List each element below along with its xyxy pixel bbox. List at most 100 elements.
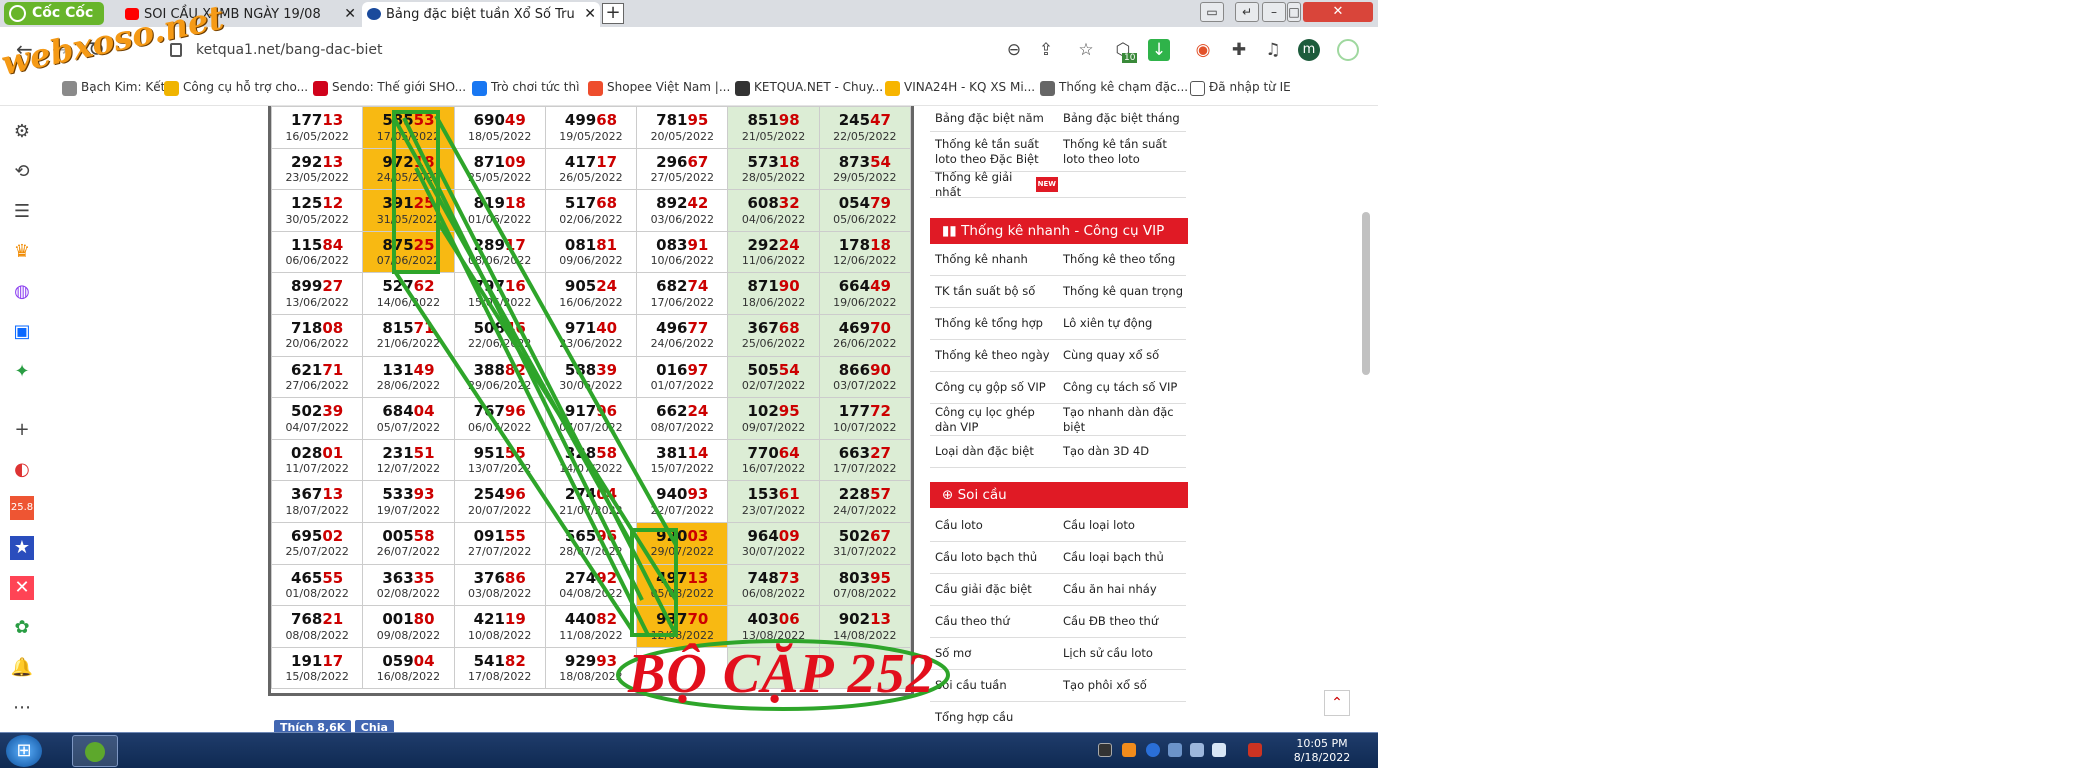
- messenger-icon[interactable]: ◍: [10, 280, 34, 304]
- tray-app-icon[interactable]: [1122, 743, 1136, 757]
- coccoc-extension-icon[interactable]: ◉: [1192, 39, 1214, 61]
- tray-app-icon[interactable]: [1146, 743, 1160, 757]
- scrollbar-thumb[interactable]: [1362, 212, 1370, 375]
- sidebar-link[interactable]: TK tần suất bộ số: [930, 276, 1058, 308]
- sidebar-link[interactable]: Lịch sử cầu loto: [1058, 638, 1186, 670]
- start-button[interactable]: ⊞: [6, 735, 42, 767]
- facebook-share-button[interactable]: Chia: [354, 720, 394, 732]
- sidebar-link[interactable]: [1058, 172, 1186, 198]
- scroll-top-button[interactable]: ⌃: [1324, 690, 1350, 716]
- zoom-icon[interactable]: ⊖: [1003, 39, 1025, 61]
- ticket-icon[interactable]: ✕: [10, 576, 34, 600]
- sidebar-link[interactable]: Cầu ĐB theo thứ: [1058, 606, 1186, 638]
- profile-avatar[interactable]: m: [1298, 39, 1320, 61]
- settings-icon[interactable]: ⚙: [10, 120, 34, 144]
- bookmark-item[interactable]: Sendo: Thế giới SHO...: [313, 80, 466, 96]
- bookmark-star-icon[interactable]: ☆: [1075, 39, 1097, 61]
- sidebar-link[interactable]: Thống kê tần suất loto theo loto: [1058, 132, 1186, 172]
- sidebar-link[interactable]: Thống kê giải nhất NEW: [930, 170, 1058, 199]
- number-suffix: 06: [778, 610, 800, 629]
- number-suffix: 18: [413, 152, 435, 171]
- volume-icon[interactable]: [1190, 743, 1204, 757]
- zalo-icon[interactable]: ▣: [10, 320, 34, 344]
- sidebar-link[interactable]: Cùng quay xổ số: [1058, 340, 1186, 372]
- bookmark-item[interactable]: Shopee Việt Nam |...: [588, 80, 730, 96]
- special-prize-number: 36713: [272, 486, 362, 503]
- flag-icon[interactable]: [1212, 743, 1226, 757]
- bookmark-item[interactable]: Đã nhập từ IE: [1190, 80, 1291, 96]
- sidebar-link[interactable]: Cầu loại bạch thủ: [1058, 542, 1186, 574]
- maximize-button[interactable]: □: [1287, 2, 1301, 22]
- puzzle-icon[interactable]: ✚: [1228, 39, 1250, 61]
- close-window-button[interactable]: ✕: [1303, 2, 1373, 22]
- facebook-like-button[interactable]: Thích 8,6K: [274, 720, 352, 732]
- sidebar-link[interactable]: Lô xiên tự động: [1058, 308, 1186, 340]
- tray-app-icon[interactable]: [1098, 743, 1112, 757]
- sidebar-link[interactable]: Công cụ tách số VIP: [1058, 372, 1186, 404]
- tab-close-icon[interactable]: ✕: [344, 2, 356, 27]
- notification-bell-icon[interactable]: 🔔: [10, 656, 34, 680]
- rewards-icon[interactable]: ✿: [10, 616, 34, 640]
- sidebar-link[interactable]: Thống kê quan trọng: [1058, 276, 1186, 308]
- sidebar-link[interactable]: Thống kê tổng hợp: [930, 308, 1058, 340]
- sync-icon[interactable]: [1337, 39, 1359, 61]
- sidebar-link[interactable]: Cầu giải đặc biệt: [930, 574, 1058, 606]
- game-icon[interactable]: ✦: [10, 360, 34, 384]
- sidebar-link[interactable]: Bảng đặc biệt tháng: [1058, 106, 1186, 132]
- tab-close-icon[interactable]: ✕: [584, 2, 596, 27]
- sidebar-link[interactable]: Cầu theo thứ: [930, 606, 1058, 638]
- screenshot-icon[interactable]: ▭: [1200, 2, 1224, 22]
- promo-icon[interactable]: ◐: [10, 458, 34, 482]
- crown-icon[interactable]: ♛: [10, 240, 34, 264]
- sidebar-link[interactable]: Tạo dàn 3D 4D: [1058, 436, 1186, 468]
- taskbar-coccoc-app[interactable]: [72, 735, 118, 767]
- bookmark-item[interactable]: Thống kê chạm đặc...: [1040, 80, 1188, 96]
- sidebar-link[interactable]: Bảng đặc biệt năm: [930, 106, 1058, 132]
- sidebar-link[interactable]: Tạo nhanh dàn đặc biệt: [1058, 404, 1186, 436]
- minimize-button[interactable]: –: [1262, 2, 1286, 22]
- sidebar-link[interactable]: Loại dàn đặc biệt: [930, 436, 1058, 468]
- download-icon[interactable]: ↓: [1148, 39, 1170, 61]
- bookmark-item[interactable]: VINA24H - KQ XS Mi...: [885, 80, 1035, 96]
- share-icon[interactable]: ⇪: [1035, 39, 1057, 61]
- bookmark-item[interactable]: Bạch Kim: Kết...: [62, 80, 177, 96]
- network-icon[interactable]: [1168, 743, 1182, 757]
- coccoc-menu-button[interactable]: Cốc Cốc: [4, 2, 104, 25]
- address-bar[interactable]: ketqua1.net/bang-dac-biet: [160, 34, 940, 66]
- sidebar-link[interactable]: Cầu ăn hai nháy: [1058, 574, 1186, 606]
- sidebar-link[interactable]: Công cụ gộp số VIP: [930, 372, 1058, 404]
- bookmark-item[interactable]: Trò chơi tức thì: [472, 80, 579, 96]
- special-prize-number: 09155: [455, 528, 545, 545]
- bookmark-item[interactable]: KETQUA.NET - Chuy...: [735, 80, 883, 96]
- sidebar-link[interactable]: Thống kê theo tổng: [1058, 244, 1186, 276]
- music-icon[interactable]: ♫: [1262, 39, 1284, 61]
- taskbar-clock[interactable]: 10:05 PM 8/18/2022: [1292, 737, 1352, 765]
- sidebar-link[interactable]: Thống kê tần suất loto theo Đặc Biệt: [930, 132, 1058, 172]
- sidebar-link[interactable]: Thống kê theo ngày: [930, 340, 1058, 372]
- app-icon[interactable]: ★: [10, 536, 34, 560]
- sale-icon[interactable]: 25.8: [10, 496, 34, 520]
- sidebar-link[interactable]: Tạo phôi xổ số: [1058, 670, 1186, 702]
- bookmark-item[interactable]: Công cụ hỗ trợ cho...: [164, 80, 308, 96]
- sidebar-link[interactable]: Cầu loto bạch thủ: [930, 542, 1058, 574]
- sidebar-link[interactable]: Cầu loto: [930, 510, 1058, 542]
- new-tab-button[interactable]: +: [602, 3, 624, 24]
- draw-date: 11/06/2022: [741, 254, 806, 268]
- sidebar-link[interactable]: [1058, 702, 1186, 732]
- sidebar-link[interactable]: Công cụ lọc ghép dàn VIP: [930, 404, 1058, 436]
- history-icon[interactable]: ⟲: [10, 160, 34, 184]
- back-panel-icon[interactable]: ↵: [1235, 2, 1259, 22]
- table-row: 29213 23/05/2022 97218 24/05/2022 87109 25/05…: [270, 147, 912, 191]
- tab-bang-dac-biet[interactable]: Bảng đặc biệt tuần Xổ Số Tru ✕: [362, 2, 600, 27]
- number-suffix: 55: [504, 443, 526, 462]
- sidebar-link[interactable]: Soi cầu tuần: [930, 670, 1058, 702]
- more-icon[interactable]: ⋯: [10, 696, 34, 720]
- add-icon[interactable]: +: [10, 418, 34, 442]
- reading-list-icon[interactable]: ☰: [10, 200, 34, 224]
- sidebar-link[interactable]: Thống kê nhanh: [930, 244, 1058, 276]
- sidebar-link[interactable]: Số mơ: [930, 638, 1058, 670]
- sidebar-link[interactable]: Cầu loại loto: [1058, 510, 1186, 542]
- tray-app-icon[interactable]: [1248, 743, 1262, 757]
- draw-date: 15/07/2022: [650, 462, 714, 476]
- sidebar-link[interactable]: Tổng hợp cầu: [930, 702, 1058, 732]
